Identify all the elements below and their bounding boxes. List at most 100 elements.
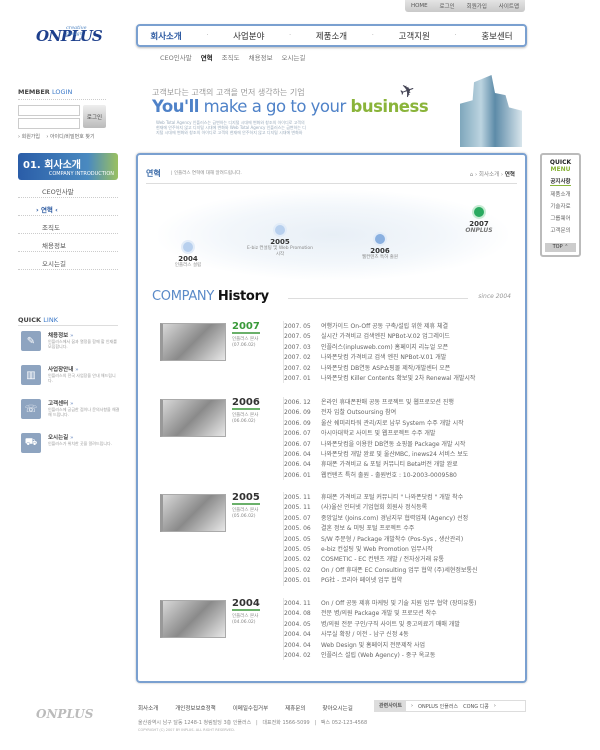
quick-link-sites[interactable]: ▥ 사업장안내 » 인플러스의 전국 사업장을 안내 해드립니다. [18, 363, 118, 394]
milestone-2005: 2005 E-biz 컨설팅 및 Web Promotion 시작 [245, 225, 315, 257]
quick-link-title: QUICK LINK [18, 316, 118, 326]
quick-link-location[interactable]: ⛟ 오시는길 » 인플러스가 위치한 곳을 알려드립니다. [18, 431, 118, 462]
nav-pr[interactable]: 홍보센터 [481, 30, 512, 42]
related-site-onplus[interactable]: ONPLUS 인플러스 [418, 703, 458, 710]
history-row: 2006. 09 전자 입찰 Outsoursing 참여 [284, 409, 397, 417]
history-row: 2006. 04 나와폰닷컴 개발 완료 및 울산MBC, inews24 서비스… [284, 450, 469, 458]
quick-menu-groupware[interactable]: 그룹웨어 [542, 214, 579, 222]
id-input[interactable] [18, 105, 80, 116]
login-button[interactable]: 로그인 [83, 105, 106, 128]
history-photo [160, 323, 226, 361]
footer: ONPLUS 회사소개 개인정보보호정책 이메일수집거부 제휴문의 찾아오시는길… [0, 695, 600, 750]
milestone-2004: 2004 인플러스 설립 [153, 242, 223, 269]
footer-link-company[interactable]: 회사소개 [138, 704, 158, 712]
member-login: MEMBER LOGIN 로그인 › 회원가입 › 아이디/비밀번호 찾기 [18, 88, 106, 140]
quick-menu-tech[interactable]: 기술자료 [542, 202, 579, 210]
nav-business[interactable]: 사업분야 [233, 30, 264, 42]
history-photo [160, 494, 226, 532]
customer-icon: ☏ [21, 399, 41, 419]
footer-link-partner[interactable]: 제휴문의 [285, 704, 305, 712]
password-input[interactable] [18, 118, 80, 129]
history-branch: 인플러스 본사 (04.06.02) [232, 614, 259, 625]
page-description: | 인플러스 연혁에 대해 알려드립니다. [171, 171, 242, 176]
subnav-org[interactable]: 조직도 [222, 52, 240, 62]
left-menu-location[interactable]: 오시는길 [18, 252, 118, 270]
history-row: 2004. 05 병/의원 전문 구인/구직 사이트 및 중고의료기 매매 개발 [284, 620, 460, 628]
history-row: 2004. 04 Web Design 및 홈페이지 전문제작 사업 [284, 641, 426, 649]
util-home[interactable]: HOME [411, 3, 428, 9]
history-row: 2005. 01 PG社 - 코리아 페이넷 업무 협약 [284, 577, 403, 585]
building-image [460, 75, 522, 147]
related-site-cong[interactable]: CONG 디콩 [463, 703, 489, 710]
history-row: 2004. 04 사무실 확장 / 이전 - 남구 신정 4동 [284, 631, 409, 639]
util-login[interactable]: 로그인 [440, 2, 455, 10]
divider [288, 298, 468, 299]
nav-separator: · [371, 32, 374, 39]
history-row: 2005. 07 중앙일보 (Joins.com) 경남지부 협력업체 (Agen… [284, 514, 469, 522]
nav-separator: · [206, 32, 209, 39]
history-row: 2007. 02 나와폰닷컴 DB연동 ASP쇼핑몰 제작/개발센터 오픈 [284, 364, 451, 372]
home-icon[interactable]: ⌂ [470, 172, 474, 178]
quick-menu-notice[interactable]: 공지사항 [550, 177, 571, 186]
history-row: 2006. 04 휴대폰 가격비교 & 포털 커뮤니티 Beta버전 개발 완료 [284, 461, 458, 469]
join-link[interactable]: › 회원가입 [18, 134, 40, 140]
history-row: 2004. 02 인플러스 설립 (Web Agency) - 중구 옥교동 [284, 651, 436, 659]
history-row: 2006. 09 울산 쉐미리타워 관리/지로 납부 System 수주 개발 시… [284, 419, 464, 427]
subnav-recruit[interactable]: 채용정보 [249, 52, 273, 62]
history-branch: 인플러스 본사 (07.06.02) [232, 337, 259, 348]
history-row: 2005. 02 On / Off 휴대폰 EC Consulting 업무 협약… [284, 566, 478, 574]
copyright: COPYRIGHT (C) 2007 BY INPLUS. ALL RIGHT … [138, 728, 235, 732]
quick-link-recruit[interactable]: ✎ 채용정보 » 인플러스에서 꿈과 열정을 함께 할 인재를 모집합니다. [18, 329, 118, 360]
history-row: 2006. 07 나와폰닷컴을 이용한 DB연동 쇼핑몰 Package 개발 시… [284, 440, 466, 448]
briefcase-icon: ✎ [21, 331, 41, 351]
breadcrumb: ⌂ › 회사소개 › 연혁 [469, 172, 515, 178]
history-year: 2005 [232, 492, 260, 505]
milestone-2007: 2007 ONPLUS [444, 207, 514, 234]
quick-menu: QUICK MENU 공지사항 제품소개 기술자료 그룹웨어 고객문의 TOP ⌃ [540, 153, 581, 257]
history-row: 2005. 11 휴대폰 가격비교 포털 커뮤니티 " 나와폰닷컴 " 개발 착수 [284, 494, 464, 501]
subnav-history[interactable]: 연혁 [201, 52, 213, 62]
utility-nav: HOME 로그인 회원가입 사이트맵 [405, 0, 525, 12]
subnav-ceo[interactable]: CEO인사말 [160, 52, 192, 62]
breadcrumb-company[interactable]: 회사소개 [479, 172, 499, 178]
history-row: 2006. 12 온라인 휴대폰판매 공동 프로젝트 및 웹프로모션 진행 [284, 399, 454, 406]
left-menu-org[interactable]: 조직도 [18, 216, 118, 234]
car-icon: ⛟ [21, 433, 41, 453]
history-year: 2004 [232, 598, 260, 611]
history-row: 2006. 07 아시아대학교 사이트 및 웹프로젝트 수주 개발 [284, 430, 436, 438]
util-join[interactable]: 회원가입 [467, 2, 487, 10]
left-menu-history[interactable]: › 연혁 ‹ [18, 198, 118, 216]
divider [146, 183, 517, 184]
footer-link-location[interactable]: 찾아오시는길 [322, 704, 352, 712]
nav-products[interactable]: 제품소개 [316, 30, 347, 42]
left-menu: 01. 회사소개 COMPANY INTRODUCTION CEO인사말 › 연혁… [18, 153, 118, 270]
hero-banner: 고객보다는 고객의 고객을 먼저 생각하는 기업 You'll make a g… [150, 75, 522, 147]
top-button[interactable]: TOP ⌃ [545, 243, 576, 252]
history-title: COMPANY History [152, 289, 269, 304]
related-sites: 관련사이트 › ONPLUS 인플러스 CONG 디콩 › [374, 700, 526, 712]
nav-support[interactable]: 고객지원 [399, 30, 430, 42]
sub-nav: CEO인사말 연혁 조직도 채용정보 오시는길 [160, 52, 305, 62]
left-menu-header: 01. 회사소개 COMPANY INTRODUCTION [18, 153, 118, 180]
footer-link-email[interactable]: 이메일수집거부 [233, 704, 268, 712]
quick-link-support[interactable]: ☏ 고객센터 » 인플러스에 궁금한 점이나 문의사항을 해결해 드립니다. [18, 397, 119, 428]
history-row: 2006. 01 웹컨텐츠 특허 출원 - 출원번호 : 10-2003-0009… [284, 471, 457, 479]
history-row: 2005. 02 COSMETIC - EC 컨텐츠 개발 / 전자상거래 유통 [284, 556, 445, 564]
history-row: 2007. 01 나와폰닷컴 Killer Contents 확보및 2차 Ren… [284, 374, 476, 382]
quick-menu-products[interactable]: 제품소개 [542, 190, 579, 198]
quick-menu-inquiry[interactable]: 고객문의 [542, 226, 579, 234]
util-sitemap[interactable]: 사이트맵 [499, 2, 519, 10]
left-menu-recruit[interactable]: 채용정보 [18, 234, 118, 252]
footer-link-privacy[interactable]: 개인정보보호정책 [175, 704, 215, 712]
find-account-link[interactable]: › 아이디/비밀번호 찾기 [46, 134, 94, 140]
footer-address: 울산광역시 남구 달동 1248-1 청림빌딩 3층 인플러스 | 대표전화 1… [138, 720, 368, 726]
history-row: 2004. 11 On / Off 공동 제휴 마케팅 및 기술 지원 업무 협약… [284, 600, 477, 607]
history-row: 2007. 02 나와폰닷컴 가격비교 검색 엔진 NPBot-V.01 개발 [284, 354, 447, 362]
login-title: MEMBER LOGIN [18, 88, 106, 100]
history-row: 2005. 11 (사)울산 인터넷 기업협회 회원사 정식등록 [284, 504, 428, 512]
logo[interactable]: ONPLUS creative design [36, 25, 103, 45]
subnav-location[interactable]: 오시는길 [282, 52, 306, 62]
nav-company[interactable]: 회사소개 [150, 30, 181, 42]
related-sites-label: 관련사이트 [375, 701, 407, 711]
left-menu-ceo[interactable]: CEO인사말 [18, 180, 118, 198]
